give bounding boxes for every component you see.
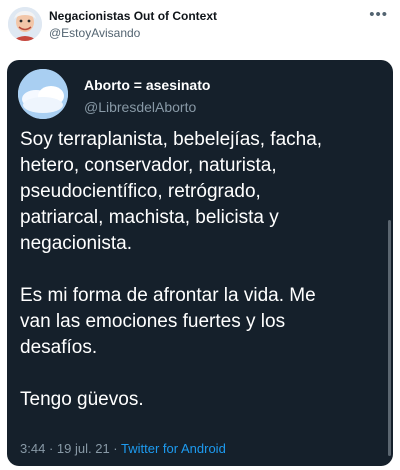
avatar[interactable] xyxy=(8,7,42,41)
quoted-author-handle[interactable]: @LibresdelAborto xyxy=(84,99,196,115)
tweet-line: patriarcal, machista, belicista y xyxy=(20,207,279,228)
tweet-header: Negacionistas Out of Context @EstoyAvisa… xyxy=(0,0,400,58)
meta-separator: · xyxy=(48,441,54,456)
quoted-author-name[interactable]: Aborto = asesinato xyxy=(84,77,210,93)
author-name[interactable]: Negacionistas Out of Context xyxy=(49,9,217,23)
meta-separator: · xyxy=(113,441,118,456)
quoted-avatar[interactable] xyxy=(18,69,68,119)
tweet-line: Soy terraplanista, bebelejías, facha, xyxy=(20,129,323,150)
tweet-source-link[interactable]: Twitter for Android xyxy=(121,441,226,456)
tweet-date[interactable]: 19 jul. 21 xyxy=(57,441,110,456)
tweet-text: Soy terraplanista, bebelejías, facha, he… xyxy=(20,127,380,413)
tweet-meta: 3:44 · 19 jul. 21 · Twitter for Android xyxy=(20,441,226,456)
tweet-line: desafíos. xyxy=(20,337,98,358)
tweet-line: hetero, conservador, naturista, xyxy=(20,155,277,176)
tweet-line: van las emociones fuertes y los xyxy=(20,311,286,332)
scrollbar[interactable] xyxy=(388,220,391,456)
tweet-time[interactable]: 3:44 xyxy=(20,441,45,456)
tweet-line: Tengo güevos. xyxy=(20,389,144,410)
tweet-line: pseudocientífico, retrógrado, xyxy=(20,181,261,202)
tweet-line: negacionista. xyxy=(20,233,132,254)
more-icon[interactable]: ••• xyxy=(369,6,388,23)
author-handle[interactable]: @EstoyAvisando xyxy=(49,26,140,40)
quoted-tweet-card: Aborto = asesinato @LibresdelAborto Soy … xyxy=(7,60,393,466)
tweet-line: Es mi forma de afrontar la vida. Me xyxy=(20,285,316,306)
